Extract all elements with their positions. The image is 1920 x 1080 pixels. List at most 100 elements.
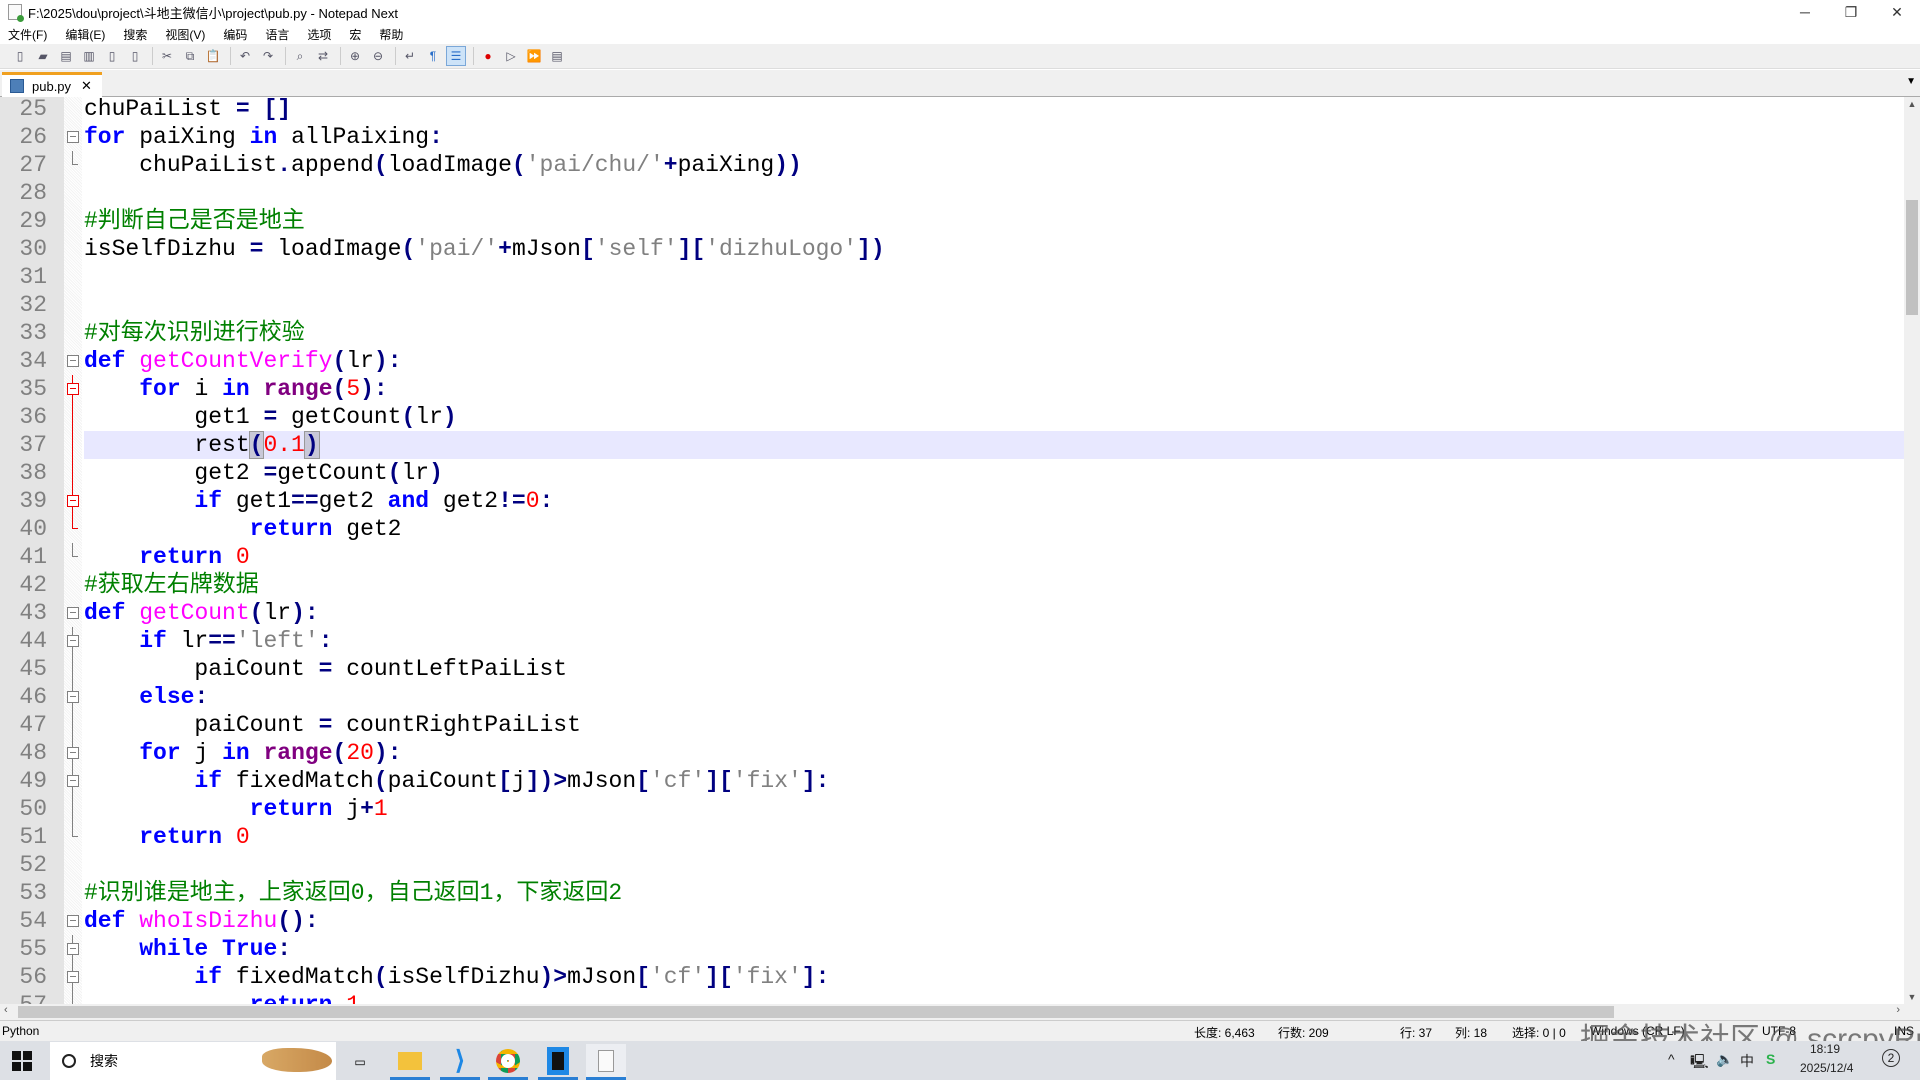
fold-marker[interactable] [66, 123, 80, 151]
code-line[interactable]: 36 get1 = getCount(lr) [0, 403, 1904, 431]
code-line[interactable]: 48 for j in range(20): [0, 739, 1904, 767]
tab-pub-py[interactable]: pub.py ✕ [2, 72, 102, 97]
code-line[interactable]: 44 if lr=='left': [0, 627, 1904, 655]
vertical-scrollbar[interactable]: ▲ ▼ [1904, 97, 1920, 1004]
fold-marker[interactable] [66, 627, 80, 655]
close-button[interactable]: ✕ [1874, 0, 1920, 24]
code-line[interactable]: 31 [0, 263, 1904, 291]
code-text[interactable]: if fixedMatch(isSelfDizhu)>mJson['cf']['… [84, 963, 1904, 991]
zoom-out-icon[interactable]: ⊖ [368, 46, 388, 66]
play-macro-icon[interactable]: ▷ [501, 46, 521, 66]
file-explorer-icon[interactable] [390, 1044, 430, 1080]
code-text[interactable] [84, 851, 1904, 879]
code-line[interactable]: 26for paiXing in allPaixing: [0, 123, 1904, 151]
undo-icon[interactable]: ↶ [235, 46, 255, 66]
code-text[interactable]: chuPaiList = [] [84, 97, 1904, 123]
redo-icon[interactable]: ↷ [258, 46, 278, 66]
code-line[interactable]: 34def getCountVerify(lr): [0, 347, 1904, 375]
code-text[interactable]: get1 = getCount(lr) [84, 403, 1904, 431]
new-file-icon[interactable]: ▯ [10, 46, 30, 66]
code-text[interactable]: return get2 [84, 515, 1904, 543]
code-line[interactable]: 28 [0, 179, 1904, 207]
code-text[interactable]: else: [84, 683, 1904, 711]
code-text[interactable]: #对每次识别进行校验 [84, 319, 1904, 347]
code-line[interactable]: 56 if fixedMatch(isSelfDizhu)>mJson['cf'… [0, 963, 1904, 991]
code-line[interactable]: 49 if fixedMatch(paiCount[j])>mJson['cf'… [0, 767, 1904, 795]
code-text[interactable]: for paiXing in allPaixing: [84, 123, 1904, 151]
menu-settings[interactable]: 选项 [307, 26, 331, 43]
windows-start-icon[interactable] [12, 1051, 32, 1071]
horizontal-scroll-thumb[interactable] [18, 1006, 1614, 1018]
code-text[interactable]: return 1 [84, 991, 1904, 1004]
code-text[interactable]: if get1==get2 and get2!=0: [84, 487, 1904, 515]
tray-overflow-icon[interactable]: ^ [1668, 1051, 1675, 1067]
code-text[interactable]: return 0 [84, 823, 1904, 851]
code-text[interactable]: paiCount = countLeftPaiList [84, 655, 1904, 683]
code-text[interactable]: #识别谁是地主，上家返回0，自己返回1，下家返回2 [84, 879, 1904, 907]
close-icon[interactable]: ▯ [102, 46, 122, 66]
code-line[interactable]: 50 return j+1 [0, 795, 1904, 823]
clock-time[interactable]: 18:19 [1810, 1042, 1840, 1056]
task-view-icon[interactable]: ▭ [340, 1044, 380, 1080]
code-line[interactable]: 51 return 0 [0, 823, 1904, 851]
code-line[interactable]: 27 chuPaiList.append(loadImage('pai/chu/… [0, 151, 1904, 179]
code-text[interactable]: if fixedMatch(paiCount[j])>mJson['cf']['… [84, 767, 1904, 795]
fold-marker[interactable] [66, 683, 80, 711]
tab-close-button[interactable]: ✕ [81, 78, 92, 94]
code-text[interactable]: chuPaiList.append(loadImage('pai/chu/'+p… [84, 151, 1904, 179]
code-line[interactable]: 35 for i in range(5): [0, 375, 1904, 403]
save-icon[interactable]: ▤ [56, 46, 76, 66]
code-text[interactable]: def getCount(lr): [84, 599, 1904, 627]
code-line[interactable]: 29#判断自己是否是地主 [0, 207, 1904, 235]
volume-icon[interactable]: 🔈 [1716, 1051, 1733, 1068]
code-text[interactable]: if lr=='left': [84, 627, 1904, 655]
code-text[interactable]: return 0 [84, 543, 1904, 571]
code-line[interactable]: 43def getCount(lr): [0, 599, 1904, 627]
copy-icon[interactable]: ⧉ [180, 46, 200, 66]
code-line[interactable]: 39 if get1==get2 and get2!=0: [0, 487, 1904, 515]
code-text[interactable]: get2 =getCount(lr) [84, 459, 1904, 487]
code-text[interactable]: for j in range(20): [84, 739, 1904, 767]
menu-edit[interactable]: 编辑(E) [65, 26, 105, 43]
code-line[interactable]: 45 paiCount = countLeftPaiList [0, 655, 1904, 683]
code-line[interactable]: 38 get2 =getCount(lr) [0, 459, 1904, 487]
fold-marker[interactable] [66, 767, 80, 795]
fold-marker[interactable] [66, 739, 80, 767]
network-icon[interactable]: 🖳 [1690, 1051, 1709, 1075]
save-all-icon[interactable]: ▥ [79, 46, 99, 66]
replace-icon[interactable]: ⇄ [313, 46, 333, 66]
menu-file[interactable]: 文件(F) [8, 26, 47, 43]
code-line[interactable]: 30isSelfDizhu = loadImage('pai/'+mJson['… [0, 235, 1904, 263]
code-text[interactable] [84, 291, 1904, 319]
tab-list-dropdown-icon[interactable]: ▼ [1906, 76, 1916, 87]
fold-marker[interactable] [66, 935, 80, 963]
open-file-icon[interactable]: ▰ [33, 46, 53, 66]
close-all-icon[interactable]: ▯ [125, 46, 145, 66]
record-macro-icon[interactable]: ● [478, 46, 498, 66]
code-text[interactable]: def getCountVerify(lr): [84, 347, 1904, 375]
restore-button[interactable]: ❐ [1828, 0, 1874, 24]
code-text[interactable] [84, 263, 1904, 291]
zoom-in-icon[interactable]: ⊕ [345, 46, 365, 66]
status-language[interactable]: Python [2, 1024, 39, 1038]
code-editor[interactable]: 25chuPaiList = []26for paiXing in allPai… [0, 97, 1904, 1004]
code-text[interactable]: isSelfDizhu = loadImage('pai/'+mJson['se… [84, 235, 1904, 263]
menu-encoding[interactable]: 编码 [223, 26, 247, 43]
fold-marker[interactable] [66, 963, 80, 991]
save-macro-icon[interactable]: ▤ [547, 46, 567, 66]
code-text[interactable]: #获取左右牌数据 [84, 571, 1904, 599]
menu-language[interactable]: 语言 [265, 26, 289, 43]
code-text[interactable]: for i in range(5): [84, 375, 1904, 403]
code-line[interactable]: 47 paiCount = countRightPaiList [0, 711, 1904, 739]
vertical-scroll-thumb[interactable] [1906, 200, 1918, 315]
minimize-button[interactable]: ─ [1782, 0, 1828, 24]
scroll-down-icon[interactable]: ▼ [1904, 992, 1920, 1002]
code-text[interactable] [84, 179, 1904, 207]
indent-guide-icon[interactable]: ☰ [446, 46, 466, 66]
code-text[interactable]: paiCount = countRightPaiList [84, 711, 1904, 739]
code-text[interactable]: #判断自己是否是地主 [84, 207, 1904, 235]
chrome-icon[interactable] [488, 1044, 528, 1080]
code-line[interactable]: 53#识别谁是地主，上家返回0，自己返回1，下家返回2 [0, 879, 1904, 907]
code-line[interactable]: 41 return 0 [0, 543, 1904, 571]
menu-view[interactable]: 视图(V) [165, 26, 205, 43]
